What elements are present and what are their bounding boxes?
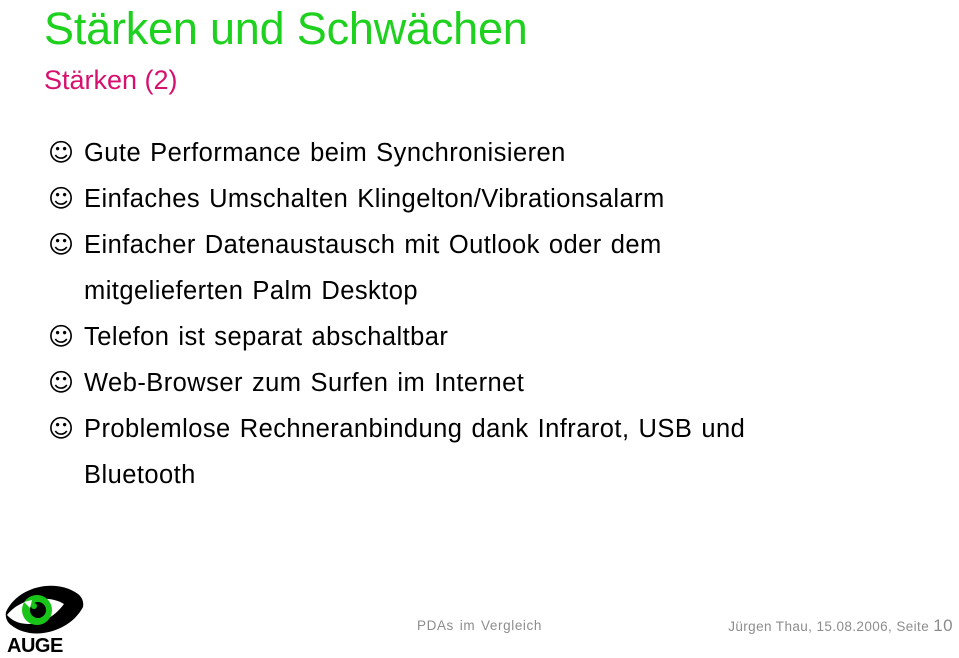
smiley-face-bullet-icon: ☺ [48, 184, 75, 213]
smiley-face-bullet-icon: ☺ [48, 414, 75, 443]
footer-author-date: Jürgen Thau, 15.08.2006, Seite [728, 619, 930, 634]
page-title: Stärken und Schwächen [44, 3, 528, 54]
list-item-line: Einfacher Datenaustausch mit Outlook ode… [84, 231, 662, 259]
list-item: ☺ Problemlose Rechneranbindung dank Infr… [48, 406, 948, 498]
list-item-label: Telefon ist separat abschaltbar [84, 323, 449, 351]
list-item-continuation-line: mitgelieferten Palm Desktop [84, 277, 419, 305]
list-item: ☺ Gute Performance beim Synchronisieren [48, 130, 948, 176]
list-item-label: Gute Performance beim Synchronisieren [84, 139, 566, 167]
list-item-continuation-line: Bluetooth [84, 461, 196, 489]
list-item: ☺ Telefon ist separat abschaltbar [48, 314, 948, 360]
list-item-line: Problemlose Rechneranbindung dank Infrar… [84, 415, 746, 443]
list-item: ☺ Web-Browser zum Surfen im Internet [48, 360, 948, 406]
list-item-label: Einfaches Umschalten Klingelton/Vibratio… [84, 185, 665, 213]
bullet-list: ☺ Gute Performance beim Synchronisieren … [48, 130, 948, 498]
list-item-label: Web-Browser zum Surfen im Internet [84, 369, 525, 397]
smiley-face-bullet-icon: ☺ [48, 138, 75, 167]
slide-canvas: Stärken und Schwächen Stärken (2) ☺ Gute… [0, 0, 959, 658]
list-item: ☺ Einfacher Datenaustausch mit Outlook o… [48, 222, 948, 314]
slide-footer: AUGE PDAs im Vergleich Jürgen Thau, 15.0… [0, 578, 959, 658]
list-item-label: Problemlose Rechneranbindung dank Infrar… [84, 406, 948, 498]
auge-logo-text: AUGE [7, 635, 63, 656]
page-subtitle: Stärken (2) [44, 65, 178, 95]
smiley-face-bullet-icon: ☺ [48, 368, 75, 397]
footer-right-text: Jürgen Thau, 15.08.2006, Seite 10 [728, 616, 953, 635]
list-item: ☺ Einfaches Umschalten Klingelton/Vibrat… [48, 176, 948, 222]
page-number: 10 [933, 616, 953, 635]
smiley-face-bullet-icon: ☺ [48, 230, 75, 259]
smiley-face-bullet-icon: ☺ [48, 322, 75, 351]
list-item-label: Einfacher Datenaustausch mit Outlook ode… [84, 222, 948, 314]
